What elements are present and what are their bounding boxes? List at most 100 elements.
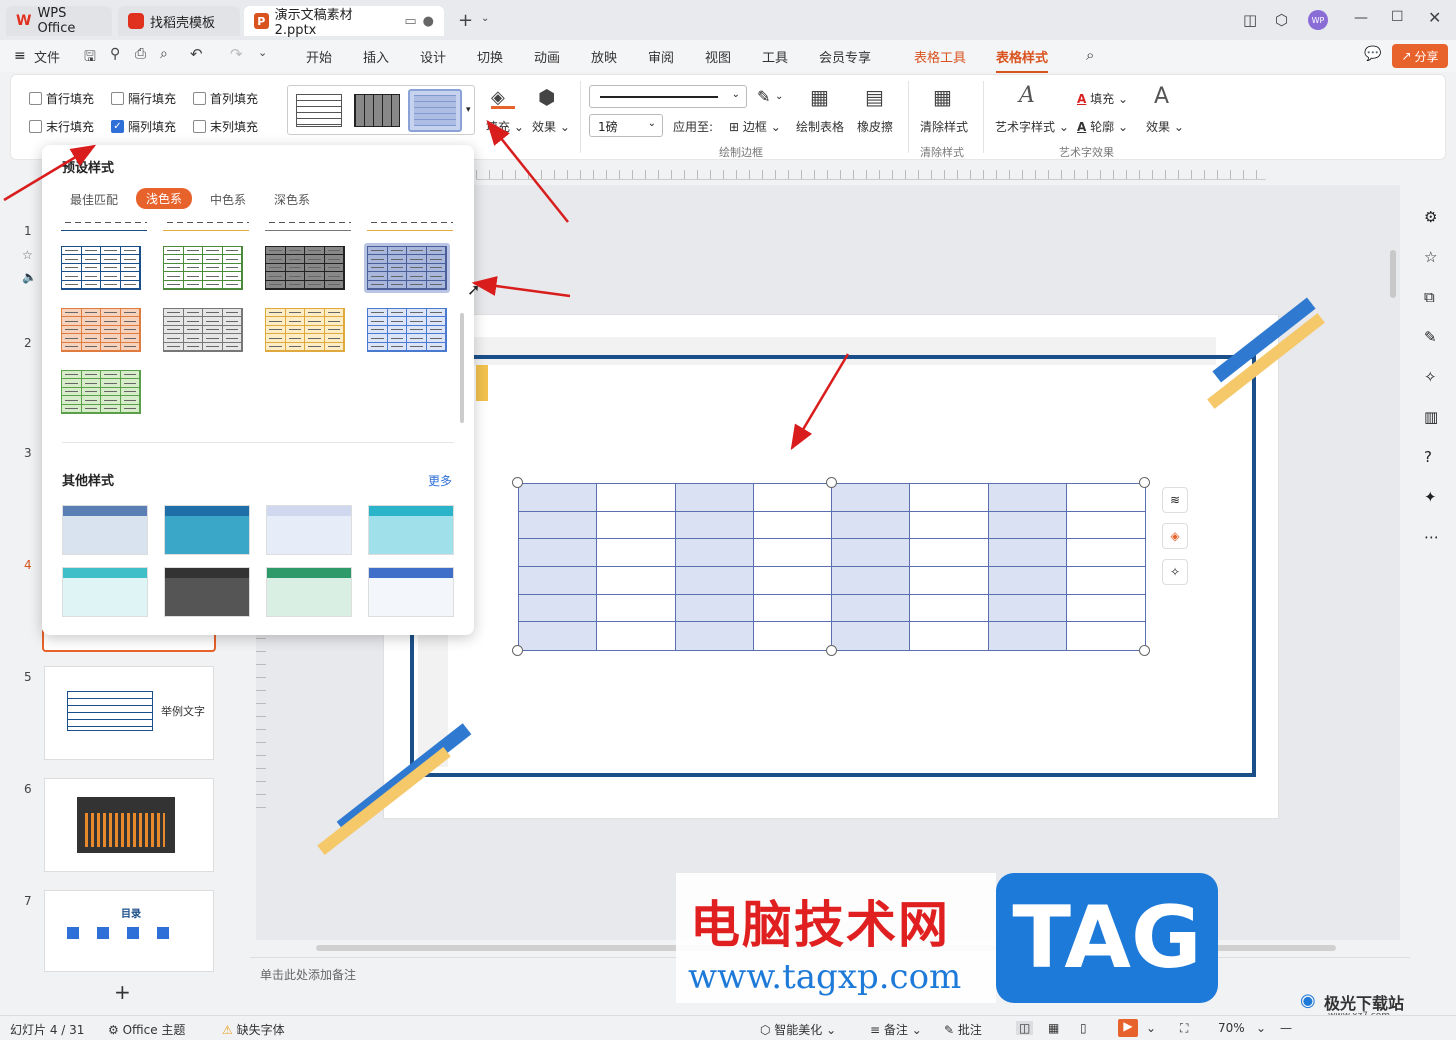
minimize-icon[interactable]: — — [1354, 10, 1368, 26]
table-cell[interactable] — [988, 622, 1067, 650]
gallery-expand-icon[interactable]: ▾ — [466, 105, 471, 115]
table-cell[interactable] — [1066, 539, 1145, 567]
slide-thumb-6[interactable] — [44, 778, 214, 872]
copy-icon[interactable]: ⧉ — [1424, 288, 1435, 306]
new-tab-icon[interactable]: + — [458, 10, 473, 31]
table-cell[interactable] — [753, 622, 832, 650]
save-icon[interactable]: 🖫 — [84, 46, 96, 70]
draw-table-button[interactable]: 绘制表格 — [796, 118, 844, 135]
chevron-down-icon[interactable]: ⌄ — [481, 13, 489, 24]
table-cell[interactable] — [597, 566, 676, 595]
vertical-scrollbar[interactable] — [1390, 250, 1396, 298]
banded-rows-checkbox[interactable]: 隔行填充 — [111, 90, 176, 107]
preset-style-thumb[interactable] — [364, 243, 450, 293]
table-cell[interactable] — [519, 511, 598, 540]
normal-view-icon[interactable]: ◫ — [1016, 1021, 1034, 1035]
line-style-select[interactable]: ⌄ — [589, 85, 747, 108]
panel-scrollbar[interactable] — [460, 313, 464, 423]
menu-design[interactable]: 设计 — [420, 47, 446, 66]
book-icon[interactable]: ▥ — [1424, 408, 1438, 426]
table-cell[interactable] — [597, 511, 676, 540]
table-cell[interactable] — [910, 594, 989, 623]
preset-style-thumb[interactable] — [367, 215, 453, 231]
preset-style-thumb[interactable] — [364, 305, 450, 355]
table-cell[interactable] — [597, 484, 676, 512]
table-cell[interactable] — [675, 622, 754, 650]
menu-transition[interactable]: 切换 — [477, 47, 503, 66]
other-style-thumb[interactable] — [266, 567, 352, 617]
text-effect-button[interactable]: 效果 ⌄ — [1146, 118, 1184, 135]
table-cell[interactable] — [597, 594, 676, 623]
resize-handle[interactable] — [826, 477, 837, 488]
other-style-thumb[interactable] — [164, 567, 250, 617]
table-cell[interactable] — [832, 484, 911, 512]
other-style-thumb[interactable] — [266, 505, 352, 555]
first-column-fill-checkbox[interactable]: 首列填充 — [193, 90, 258, 107]
table-cell[interactable] — [519, 622, 598, 650]
close-icon[interactable]: ✕ — [1428, 8, 1441, 27]
tab-wps-office[interactable]: W WPS Office — [6, 6, 112, 36]
chat-icon[interactable]: 💬 — [1364, 46, 1381, 62]
preset-style-thumb[interactable] — [265, 215, 351, 231]
slide-thumb-5[interactable]: 举例文字 — [44, 666, 214, 760]
preset-style-thumb[interactable] — [58, 305, 144, 355]
preset-style-thumb[interactable] — [163, 215, 249, 231]
table-cell[interactable] — [519, 539, 598, 567]
table-cell[interactable] — [910, 511, 989, 540]
table-cell[interactable] — [988, 566, 1067, 595]
preset-style-thumb[interactable] — [262, 243, 348, 293]
notes-button[interactable]: ≡ 备注 ⌄ — [870, 1021, 922, 1038]
menu-review[interactable]: 审阅 — [648, 47, 674, 66]
style-thumb-plain[interactable] — [296, 94, 342, 127]
eraser-button[interactable]: 橡皮擦 — [857, 118, 893, 135]
share-link-icon[interactable]: ⚲ — [110, 46, 120, 62]
tab-medium[interactable]: 中色系 — [210, 191, 246, 208]
table-cell[interactable] — [1066, 484, 1145, 512]
chevron-down-icon[interactable]: ⌄ — [775, 91, 783, 102]
layers-icon[interactable]: ≋ — [1162, 487, 1188, 513]
menu-home[interactable]: 开始 — [306, 47, 332, 66]
table-cell[interactable] — [675, 539, 754, 567]
reading-view-icon[interactable]: ▯ — [1080, 1021, 1087, 1035]
style-thumb-blue-selected[interactable] — [408, 89, 462, 132]
grid-view-icon[interactable]: ▦ — [1048, 1021, 1059, 1035]
slide-table[interactable] — [512, 477, 1150, 656]
table-cell[interactable] — [597, 622, 676, 650]
smart-beautify-button[interactable]: ⬡ 智能美化 ⌄ — [760, 1021, 836, 1038]
avatar[interactable]: WP — [1308, 10, 1328, 30]
tab-light[interactable]: 浅色系 — [136, 188, 193, 209]
tab-best-match[interactable]: 最佳匹配 — [70, 191, 118, 208]
resize-handle[interactable] — [826, 645, 837, 656]
magic-wand-icon[interactable]: ✧ — [1162, 559, 1188, 585]
print-preview-icon[interactable]: ⌕ — [160, 46, 168, 62]
zoom-level[interactable]: 70% — [1218, 1021, 1245, 1035]
table-cell[interactable] — [1066, 622, 1145, 650]
last-row-fill-checkbox[interactable]: 末行填充 — [29, 118, 94, 135]
banded-columns-checkbox[interactable]: ✓ 隔列填充 — [111, 118, 176, 135]
menu-tools[interactable]: 工具 — [762, 47, 788, 66]
table-cell[interactable] — [519, 484, 598, 512]
star-icon[interactable]: ☆ — [1424, 248, 1437, 266]
share-button[interactable]: ↗ 分享 — [1392, 44, 1448, 68]
table-cell[interactable] — [675, 511, 754, 540]
table-cell[interactable] — [832, 511, 911, 540]
other-style-thumb[interactable] — [62, 567, 148, 617]
more-icon[interactable]: ⋯ — [1424, 528, 1439, 546]
table-cell[interactable] — [753, 511, 832, 540]
menu-file[interactable]: 文件 — [34, 47, 60, 66]
other-style-thumb[interactable] — [164, 505, 250, 555]
clear-style-button[interactable]: 清除样式 — [920, 118, 968, 135]
table-cell[interactable] — [753, 594, 832, 623]
slide-thumb-7[interactable]: 目录 — [44, 890, 214, 972]
text-fill-button[interactable]: A 填充 ⌄ — [1077, 90, 1128, 107]
table-cell[interactable] — [988, 511, 1067, 540]
resize-handle[interactable] — [512, 645, 523, 656]
menu-insert[interactable]: 插入 — [363, 47, 389, 66]
table-cell[interactable] — [675, 566, 754, 595]
first-row-fill-checkbox[interactable]: 首行填充 — [29, 90, 94, 107]
redo-icon[interactable]: ↷ — [230, 45, 243, 63]
table-cell[interactable] — [910, 622, 989, 650]
menu-view[interactable]: 视图 — [705, 47, 731, 66]
chevron-down-icon[interactable]: ⌄ — [1146, 1021, 1156, 1035]
tab-template[interactable]: 找稻壳模板 — [118, 6, 240, 36]
